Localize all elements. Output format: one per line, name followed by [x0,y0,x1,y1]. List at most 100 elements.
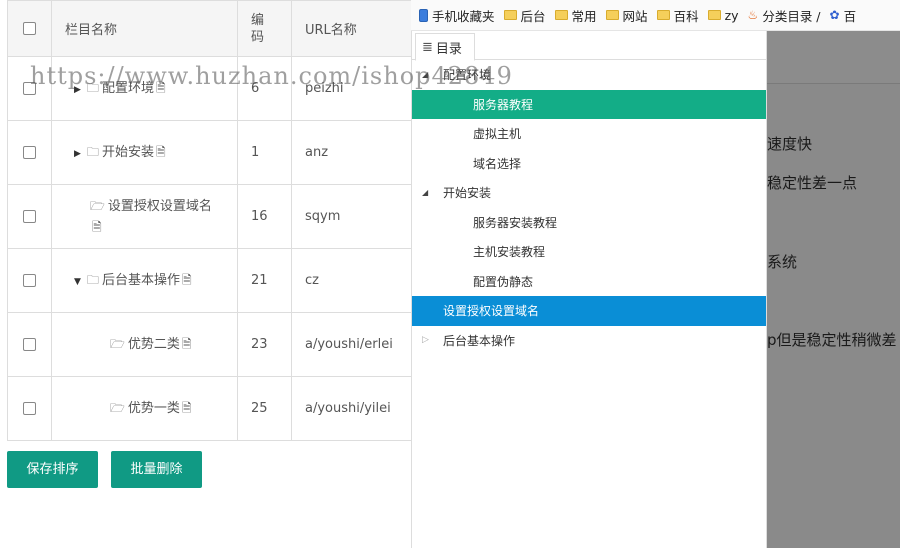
tree-node-server-install[interactable]: 服务器安装教程 [412,208,766,238]
category-name: 后台基本操作 [101,272,180,288]
document-icon: 🗎 [155,80,166,95]
bookmark-mobile[interactable]: 手机收藏夹 [419,6,495,25]
bookmark-folder-wiki[interactable]: 百科 [656,6,699,25]
bookmark-label: 分类目录 / [762,8,821,24]
tree-node-rewrite-config[interactable]: 配置伪静态 [412,267,766,297]
tree-node-domain-select[interactable]: 域名选择 [412,149,766,179]
table-row: 🗁 优势二类 🗎 23 a/youshi/erlei [7,312,428,377]
tab-directory[interactable]: ≣ 目录 [415,33,475,61]
expanded-arrow-icon[interactable]: ◢ [422,70,443,79]
category-name: 开始安装 [101,144,154,160]
tree-node-label: 设置授权设置域名 [443,304,540,319]
open-folder-icon: 🗁 [90,198,105,213]
directory-tab-bar: ≣ 目录 [412,31,766,61]
row-checkbox[interactable] [23,402,36,415]
bookmark-label: 常用 [571,8,597,24]
expanded-arrow-icon[interactable]: ◢ [422,188,443,197]
row-checkbox[interactable] [23,82,36,95]
bookmark-folder-common[interactable]: 常用 [554,6,597,25]
select-all-checkbox[interactable] [23,22,36,35]
collapsed-arrow-icon[interactable]: ▷ [422,335,443,345]
tree-node-label: 配置环境 [443,68,492,83]
category-table: 栏目名称 编码 URL名称 ▶ 🗀 配置环境 🗎 6 peizhi ▶ 🗀 开始安装 🗎 1… [7,0,428,441]
folder-icon [503,10,517,20]
row-check-cell [7,120,52,185]
tree-node-label: 主机安装教程 [473,245,546,260]
table-row: ▶ 🗀 配置环境 🗎 6 peizhi [7,56,428,121]
folder-icon [656,10,670,20]
name-cell: 🗁 优势一类 🗎 [51,376,238,441]
bookmark-category-directory[interactable]: ♨ 分类目录 / [748,6,821,25]
expand-triangle-icon[interactable]: ▶ [74,149,81,159]
tree-node-label: 域名选择 [473,156,522,171]
document-icon: 🗎 [181,401,192,415]
code-cell: 6 [237,56,292,121]
bookmark-folder-zy[interactable]: zy [707,7,739,23]
category-table-wrapper: 栏目名称 编码 URL名称 ▶ 🗀 配置环境 🗎 6 peizhi ▶ 🗀 开始安装 🗎 1… [7,0,428,441]
expand-triangle-icon[interactable]: ▶ [74,85,81,95]
folder-icon [707,10,721,20]
list-menu-icon: ≣ [422,39,433,55]
tree-node-label: 开始安装 [443,186,492,201]
document-icon: 🗎 [155,144,166,159]
bookmark-bar: 手机收藏夹 后台 常用 网站 百科 zy ♨ 分类目录 / ✿ 百 [411,0,900,31]
column-header-code-bottom: 码 [251,29,265,45]
row-checkbox[interactable] [23,338,36,351]
name-cell: 🗁 优势二类 🗎 [51,312,238,377]
tree-node-label: 服务器教程 [473,97,534,112]
folder-icon: 🗀 [86,272,99,287]
tree-node-start-install[interactable]: ◢ 开始安装 [412,178,766,208]
column-header-code: 编码 [237,0,292,57]
url-cell: sqym [291,184,428,249]
select-all-cell [7,0,52,57]
tree-node-label: 后台基本操作 [443,333,516,348]
content-text-fragment: p但是稳定性稍微差 [767,331,897,349]
category-name: 设置授权设置域名 [107,198,212,214]
tree-node-backend-ops[interactable]: ▷ 后台基本操作 [412,326,766,356]
tree-node-host-install[interactable]: 主机安装教程 [412,237,766,267]
url-cell: anz [291,120,428,185]
open-folder-icon: 🗁 [110,401,125,415]
folder-icon [554,10,568,20]
folder-icon: 🗀 [86,144,99,159]
save-order-button[interactable]: 保存排序 [7,451,98,488]
row-check-cell [7,376,52,441]
tree-node-license-domain[interactable]: 设置授权设置域名 [412,296,766,326]
category-name: 配置环境 [101,80,154,96]
tree-node-server-tutorial[interactable]: 服务器教程 [412,89,766,119]
url-cell: a/youshi/erlei [291,312,428,377]
code-cell: 23 [237,312,292,377]
tree-node-virtual-host[interactable]: 虚拟主机 [412,119,766,149]
bookmark-label: zy [724,7,739,23]
paw-icon: ✿ [829,8,840,22]
row-checkbox[interactable] [23,146,36,159]
bookmark-baidu[interactable]: ✿ 百 [830,6,857,25]
row-checkbox[interactable] [23,210,36,223]
url-cell: a/youshi/yilei [291,376,428,441]
tree-node-label: 虚拟主机 [473,127,522,142]
bookmark-label: 百科 [673,8,699,24]
collapse-triangle-icon[interactable]: ▼ [74,277,81,287]
batch-delete-button[interactable]: 批量删除 [111,451,202,488]
column-header-code-top: 编 [251,12,265,28]
url-cell: cz [291,248,428,313]
row-check-cell [7,56,52,121]
column-header-url: URL名称 [291,0,428,57]
name-cell: ▼ 🗀 后台基本操作 🗎 [51,248,238,313]
content-text-fragment: 速度快 [767,135,813,153]
name-cell: ▶ 🗀 配置环境 🗎 [51,56,238,121]
category-name: 优势一类 [127,401,180,416]
tree-node-config-env[interactable]: ◢ 配置环境 [412,60,766,90]
row-check-cell [7,248,52,313]
row-checkbox[interactable] [23,274,36,287]
open-folder-icon: 🗁 [110,337,125,351]
bookmark-label: 手机收藏夹 [432,8,495,24]
bookmark-folder-sites[interactable]: 网站 [605,6,648,25]
content-text-fragment: 稳定性差一点 [767,174,858,192]
directory-tree: ◢ 配置环境 服务器教程 虚拟主机 域名选择 ◢ 开始安装 服务器安装教程 主机安装… [412,60,766,355]
row-check-cell [7,312,52,377]
name-cell: ▶ 🗀 开始安装 🗎 [51,120,238,185]
table-header-row: 栏目名称 编码 URL名称 [7,0,428,57]
content-overlay: 速度快 稳定性差一点 系统 p但是稳定性稍微差 [767,31,900,548]
bookmark-folder-backend[interactable]: 后台 [503,6,546,25]
